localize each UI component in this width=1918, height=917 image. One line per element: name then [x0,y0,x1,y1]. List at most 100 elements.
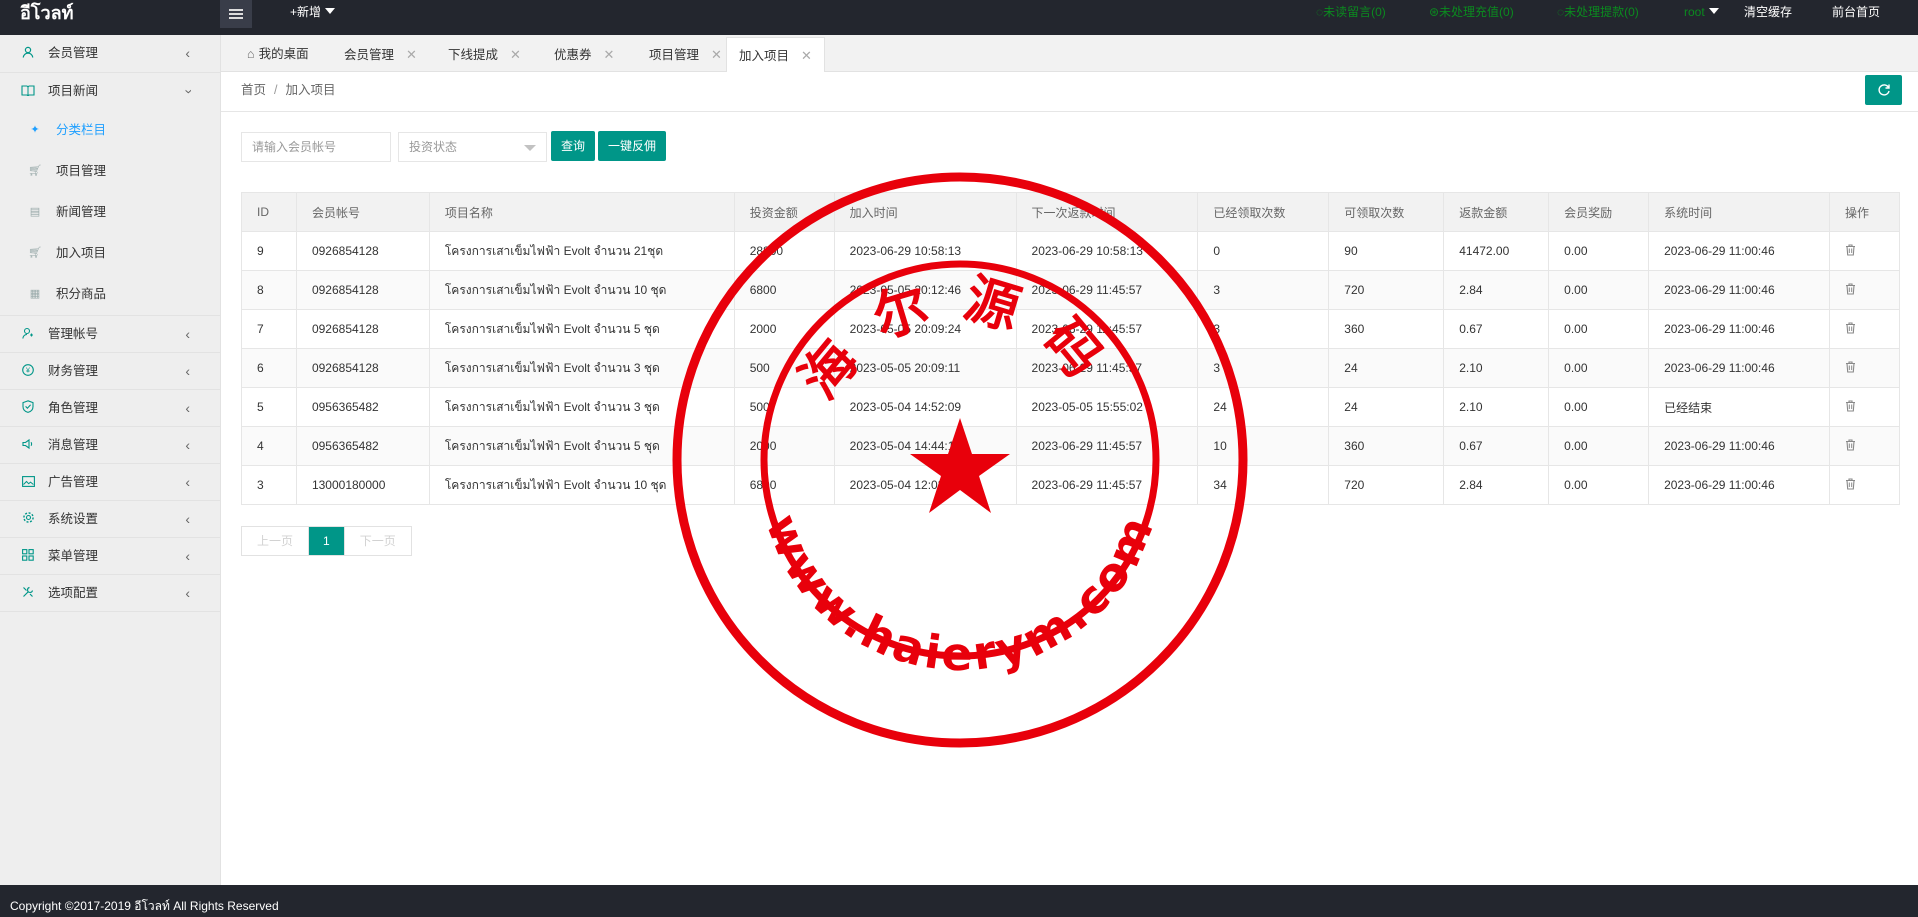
close-icon[interactable]: ✕ [604,47,615,62]
column-header: 操作 [1828,192,1901,232]
close-icon[interactable]: ✕ [510,47,521,62]
sidebar-item-message[interactable]: 消息管理 ‹ [0,427,220,464]
table-cell: 2023-06-29 11:00:46 [1648,231,1830,271]
menu-toggle-button[interactable] [220,0,252,28]
tab-member-manage[interactable]: 我的桌面会员管理✕ [332,37,429,72]
next-page-button[interactable]: 下一页 [343,527,411,555]
trash-icon[interactable] [1845,243,1856,259]
cart-icon: 🛒︎ [28,165,42,177]
table-cell-actions [1828,387,1901,427]
table-cell: 3 [1197,309,1330,349]
close-icon[interactable]: ✕ [711,47,722,62]
tab-coupon[interactable]: 优惠券 ✕ [542,37,626,72]
table-cell: 0 [1197,231,1330,271]
front-home-link[interactable]: 前台首页 [1832,0,1880,24]
one-click-rebate-button[interactable]: 一键反佣 [598,131,666,161]
sidebar-item-role[interactable]: 角色管理 ‹ [0,390,220,427]
table-cell: 0.00 [1548,231,1650,271]
tab-my-desktop[interactable]: ⌂ 我的桌面 [235,37,321,72]
chevron-left-icon: ‹ [185,474,190,490]
table-row: 3 13000180000 โครงการเสาเข็มไฟฟ้า Evolt จำ… [241,465,1901,505]
query-button[interactable]: 查询 [551,131,595,161]
table-cell: 41472.00 [1443,231,1550,271]
pagination: 上一页 1 下一页 [241,526,412,556]
sidebar-item-system-settings[interactable]: 系统设置 ‹ [0,501,220,538]
sidebar-item-ads[interactable]: 广告管理 ‹ [0,464,220,501]
trash-icon[interactable] [1845,282,1856,298]
table-cell: 2023-05-04 12:03:26 [833,465,1017,505]
sidebar-sub-label: 加入项目 [56,246,107,260]
sidebar-item-member[interactable]: 会员管理 ‹ [0,35,220,72]
table-cell: 2.10 [1443,387,1550,427]
tab-project-manage[interactable]: 项目管理 ✕ [637,37,734,72]
unprocessed-withdraw-link[interactable]: ◌未处理提款(0) [1557,0,1639,24]
table-cell: 2023-06-29 11:00:46 [1648,270,1830,310]
table-cell: โครงการเสาเข็มไฟฟ้า Evolt จำนวน 10 ชุด [428,465,735,505]
table-cell-actions [1828,309,1901,349]
table-cell-actions [1828,465,1901,505]
trash-icon[interactable] [1845,438,1856,454]
table-cell: โครงการเสาเข็มไฟฟ้า Evolt จำนวน 5 ชุด [428,309,735,349]
table-cell: 2023-06-29 10:58:13 [833,231,1017,271]
join-project-table: ID 会员帐号 项目名称 投资金额 加入时间 下一次返款时间 已经领取次数 可领… [241,192,1901,505]
caret-down-icon [1708,8,1719,14]
admin-icon [20,316,36,353]
sidebar-item-finance[interactable]: ¥ 财务管理 ‹ [0,353,220,390]
table-cell: 2023-05-05 15:55:02 [1015,387,1199,427]
trash-icon[interactable] [1845,360,1856,376]
table-cell: 0.00 [1548,465,1650,505]
sidebar-sub-news-manage[interactable]: ▤ 新闻管理 [0,192,220,233]
trash-icon[interactable] [1845,477,1856,493]
sidebar-sub-category[interactable]: ✦ 分类栏目 [0,110,220,151]
image-icon [20,464,36,501]
chevron-left-icon: ‹ [185,363,190,379]
sidebar-item-admin-account[interactable]: 管理帐号 ‹ [0,316,220,353]
table-cell: 0926854128 [295,309,430,349]
table-cell: โครงการเสาเข็มไฟฟ้า Evolt จำนวน 3 ชุด [428,387,735,427]
caret-down-icon [524,145,536,151]
table-cell: 2.84 [1443,465,1550,505]
points-icon: ▦ [29,288,41,300]
page-number-current[interactable]: 1 [309,527,344,555]
table-cell: 2023-06-29 11:00:46 [1648,309,1830,349]
tab-downline-commission[interactable]: 下线提成 ✕ [436,37,533,72]
tab-label: 项目管理 [649,48,700,62]
table-cell: 5 [241,387,297,427]
breadcrumb-current: 加入项目 [285,83,336,97]
refresh-button[interactable] [1865,75,1902,105]
user-name: root [1684,5,1705,19]
trash-icon[interactable] [1845,321,1856,337]
add-new-dropdown[interactable]: +新增 [290,0,336,24]
table-cell: 6800 [733,465,835,505]
table-cell: 0926854128 [295,270,430,310]
watermark-bottom-text: www.haierym.com [755,506,1164,681]
sidebar-item-project-news[interactable]: 项目新闻 ‹ [0,73,220,110]
prev-page-button[interactable]: 上一页 [242,527,310,555]
table-cell: 0.00 [1548,309,1650,349]
member-account-input[interactable] [241,132,391,162]
investment-status-select[interactable]: 投资状态 [398,132,547,162]
gear-icon [20,501,36,538]
close-icon[interactable]: ✕ [406,47,417,62]
chevron-left-icon: ‹ [185,437,190,453]
trash-icon[interactable] [1845,399,1856,415]
sidebar-sub-join-project[interactable]: 🛒︎ 加入项目 [0,233,220,274]
sidebar-sub-project-manage[interactable]: 🛒︎ 项目管理 [0,151,220,192]
table-cell: 3 [1197,348,1330,388]
sidebar-sub-points-goods[interactable]: ▦ 积分商品 [0,274,220,315]
unprocessed-recharge-link[interactable]: ⊛未处理充值(0) [1429,0,1514,24]
table-cell: 24 [1328,348,1445,388]
tab-join-project[interactable]: 加入项目 ✕ [726,37,825,73]
table-cell: 360 [1328,426,1445,466]
table-cell: 2023-05-05 20:09:11 [833,348,1017,388]
column-header: 投资金额 [733,192,835,232]
close-icon[interactable]: ✕ [801,48,812,63]
clear-cache-link[interactable]: 清空缓存 [1744,0,1792,24]
breadcrumb-home[interactable]: 首页 [241,83,266,97]
table-cell: 90 [1328,231,1445,271]
user-menu[interactable]: root [1684,0,1719,24]
sidebar-item-options[interactable]: 选项配置 ‹ [0,575,220,612]
table-cell-actions [1828,270,1901,310]
unread-messages-link[interactable]: ◌未读留言(0) [1316,0,1386,24]
sidebar-item-menu-manage[interactable]: 菜单管理 ‹ [0,538,220,575]
